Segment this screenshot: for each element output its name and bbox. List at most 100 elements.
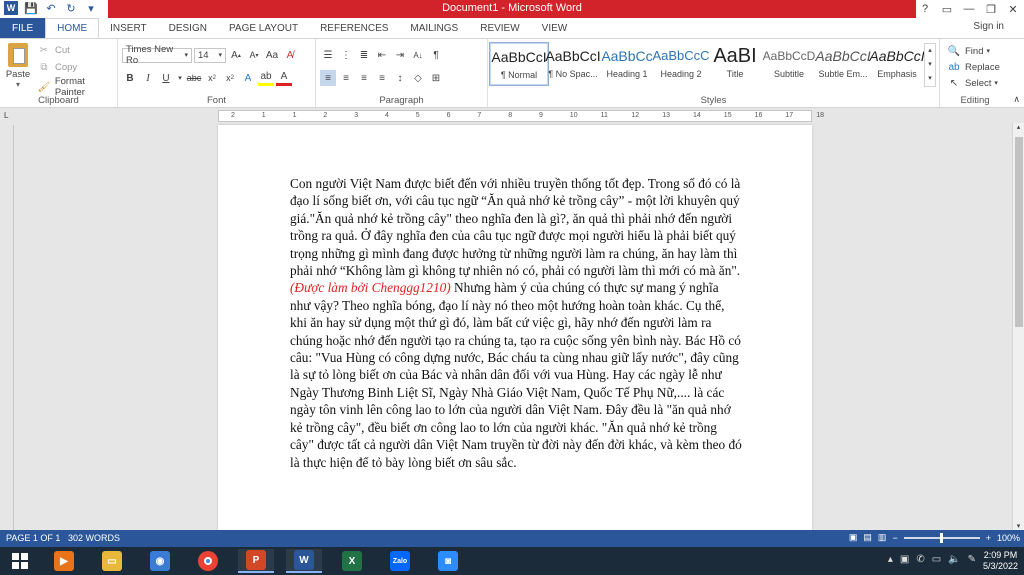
minimize-button[interactable]: — bbox=[958, 0, 980, 18]
sort-icon[interactable]: A↓ bbox=[410, 47, 426, 63]
vertical-ruler[interactable] bbox=[2, 125, 14, 530]
scrollbar-thumb[interactable] bbox=[1015, 137, 1023, 327]
taskbar-zalo[interactable]: Zalo bbox=[382, 549, 418, 573]
select-button[interactable]: ↖ Select ▾ bbox=[946, 75, 998, 91]
copy-button[interactable]: ⧉ Copy bbox=[36, 59, 77, 75]
scroll-down-icon[interactable]: ▾ bbox=[1013, 522, 1024, 530]
font-name-dropdown[interactable]: Times New Ro ▾ bbox=[122, 44, 192, 66]
tab-home[interactable]: HOME bbox=[45, 18, 100, 38]
clear-formatting-icon[interactable]: A̸ bbox=[282, 47, 298, 63]
read-mode-icon[interactable]: ▣ bbox=[849, 532, 858, 543]
find-button[interactable]: 🔍 Find ▾ bbox=[946, 43, 990, 59]
paste-button[interactable]: Paste ▾ bbox=[4, 43, 32, 89]
multilevel-list-icon[interactable]: ≣ bbox=[356, 47, 372, 63]
close-button[interactable]: ✕ bbox=[1002, 0, 1024, 18]
cut-button[interactable]: ✂ Cut bbox=[36, 42, 70, 58]
replace-button[interactable]: ab Replace bbox=[946, 59, 999, 75]
justify-icon[interactable]: ≡ bbox=[374, 70, 390, 86]
tray-expand-icon[interactable]: ▴ bbox=[888, 554, 893, 565]
scroll-up-icon[interactable]: ▴ bbox=[1013, 123, 1024, 131]
help-button[interactable]: ? bbox=[914, 0, 936, 18]
style-title[interactable]: AaBI Title bbox=[706, 43, 764, 85]
shrink-font-icon[interactable]: A ▾ bbox=[246, 47, 262, 63]
zoom-slider[interactable] bbox=[903, 532, 980, 543]
style-no-spacing[interactable]: AaBbCcI ¶ No Spac... bbox=[544, 43, 602, 85]
print-layout-icon[interactable]: ▤ bbox=[863, 532, 872, 543]
clock-date: 5/3/2022 bbox=[982, 561, 1018, 571]
text-effects-icon[interactable]: A bbox=[240, 70, 256, 86]
shading-icon[interactable]: ◇ bbox=[410, 70, 426, 86]
decrease-indent-icon[interactable]: ⇤ bbox=[374, 47, 390, 63]
word-count[interactable]: 302 WORDS bbox=[68, 533, 120, 543]
underline-dropdown-icon[interactable]: ▾ bbox=[176, 70, 184, 86]
line-spacing-icon[interactable]: ↕ bbox=[392, 70, 408, 86]
tray-app-icon[interactable]: ▣ bbox=[900, 554, 909, 565]
ruler-corner-icon[interactable]: L bbox=[4, 111, 8, 120]
sign-in-link[interactable]: Sign in bbox=[973, 21, 1004, 32]
window-controls: ? ▭ — ❐ ✕ bbox=[914, 0, 1024, 18]
ribbon-display-button[interactable]: ▭ bbox=[936, 0, 958, 18]
system-clock[interactable]: 2:09 PM 5/3/2022 bbox=[983, 550, 1018, 572]
zoom-slider-thumb[interactable] bbox=[939, 532, 943, 543]
align-left-icon[interactable]: ≡ bbox=[320, 70, 336, 86]
taskbar-zoom[interactable]: ◙ bbox=[430, 549, 466, 573]
font-size-dropdown[interactable]: 14 ▾ bbox=[194, 47, 226, 63]
taskbar-camera-app[interactable]: ◉ bbox=[142, 549, 178, 573]
numbering-icon[interactable]: ⋮ bbox=[338, 47, 354, 63]
style-normal[interactable]: AaBbCcI ¶ Normal bbox=[489, 42, 549, 86]
horizontal-ruler[interactable]: 2 1 1 2 3 4 5 6 7 8 9 10 11 12 13 14 15 16 17 18 bbox=[218, 110, 824, 122]
taskbar-media-player[interactable]: ▶ bbox=[46, 549, 82, 573]
borders-icon[interactable]: ⊞ bbox=[428, 70, 444, 86]
underline-icon[interactable]: U bbox=[158, 70, 174, 86]
tab-insert[interactable]: INSERT bbox=[99, 18, 158, 38]
font-color-icon[interactable]: A bbox=[276, 70, 292, 86]
network-icon[interactable]: ✆ bbox=[916, 554, 924, 565]
collapse-ribbon-icon[interactable]: ∧ bbox=[1013, 94, 1020, 105]
align-center-icon[interactable]: ≡ bbox=[338, 70, 354, 86]
bullets-icon[interactable]: ☰ bbox=[320, 47, 336, 63]
start-button[interactable] bbox=[0, 547, 40, 575]
tab-references[interactable]: REFERENCES bbox=[309, 18, 399, 38]
taskbar-chrome[interactable] bbox=[190, 549, 226, 573]
style-emphasis[interactable]: AaBbCcI Emphasis bbox=[868, 43, 926, 85]
document-page[interactable]: Con người Việt Nam được biết đến với nhi… bbox=[218, 125, 812, 530]
align-right-icon[interactable]: ≡ bbox=[356, 70, 372, 86]
show-formatting-marks-icon[interactable]: ¶ bbox=[428, 47, 444, 63]
style-heading-1[interactable]: AaBbCc Heading 1 bbox=[598, 43, 656, 85]
strikethrough-icon[interactable]: abc bbox=[186, 70, 202, 86]
zoom-out-icon[interactable]: − bbox=[892, 533, 897, 543]
italic-icon[interactable]: I bbox=[140, 70, 156, 86]
taskbar-file-explorer[interactable]: ▭ bbox=[94, 549, 130, 573]
taskbar-excel[interactable]: X bbox=[334, 549, 370, 573]
grow-font-icon[interactable]: A ▴ bbox=[228, 47, 244, 63]
battery-icon[interactable]: ▭ bbox=[932, 554, 941, 565]
tab-view[interactable]: VIEW bbox=[531, 18, 579, 38]
document-text-part-2: Nhưng hàm ý của chúng có thực sự mang ý … bbox=[290, 280, 742, 470]
bold-icon[interactable]: B bbox=[122, 70, 138, 86]
highlight-color-icon[interactable]: ab bbox=[258, 70, 274, 86]
restore-button[interactable]: ❐ bbox=[980, 0, 1002, 18]
tab-file[interactable]: FILE bbox=[0, 18, 46, 38]
volume-icon[interactable]: 🔈 bbox=[948, 554, 960, 565]
tab-page-layout[interactable]: PAGE LAYOUT bbox=[218, 18, 309, 38]
style-heading-2[interactable]: AaBbCcC Heading 2 bbox=[652, 43, 710, 85]
taskbar-word[interactable]: W bbox=[286, 549, 322, 573]
tab-review[interactable]: REVIEW bbox=[469, 18, 530, 38]
style-subtitle[interactable]: AaBbCcD Subtitle bbox=[760, 43, 818, 85]
subscript-icon[interactable]: x2 bbox=[204, 70, 220, 86]
zoom-level[interactable]: 100% bbox=[997, 533, 1020, 543]
zoom-in-icon[interactable]: + bbox=[986, 533, 991, 543]
document-body[interactable]: Con người Việt Nam được biết đến với nhi… bbox=[290, 175, 742, 471]
change-case-icon[interactable]: Aa bbox=[264, 47, 280, 63]
page-count[interactable]: PAGE 1 OF 1 bbox=[6, 533, 60, 543]
vertical-scrollbar[interactable]: ▴ ▾ bbox=[1012, 123, 1024, 530]
tab-mailings[interactable]: MAILINGS bbox=[399, 18, 469, 38]
style-subtle-emphasis[interactable]: AaBbCcI Subtle Em... bbox=[814, 43, 872, 85]
taskbar-powerpoint[interactable]: P bbox=[238, 549, 274, 573]
styles-scroll[interactable]: ▴ ▾ ▾ bbox=[924, 43, 936, 87]
tab-design[interactable]: DESIGN bbox=[158, 18, 218, 38]
increase-indent-icon[interactable]: ⇥ bbox=[392, 47, 408, 63]
web-layout-icon[interactable]: ▥ bbox=[878, 532, 887, 543]
superscript-icon[interactable]: x2 bbox=[222, 70, 238, 86]
language-icon[interactable]: ✎ bbox=[968, 554, 976, 565]
